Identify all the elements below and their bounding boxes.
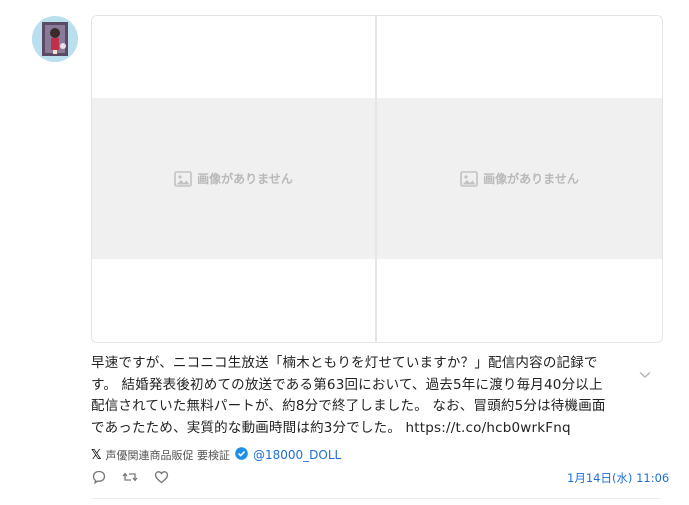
image-placeholder: 画像がありません [92,98,375,259]
placeholder-text: 画像がありません [197,172,293,186]
image-placeholder: 画像がありません [377,98,662,259]
divider [91,498,661,499]
tweet-timestamp[interactable]: 1月14日(水) 11:06 [567,470,669,486]
image-icon [460,170,478,187]
chevron-down-icon[interactable] [639,364,651,383]
tweet-text: 早速ですが、ニコニコ生放送「楠木ともりを灯せていますか？」配信内容の記録です。 … [91,353,611,439]
avatar-image [32,16,78,62]
avatar[interactable] [32,16,78,62]
media-image-left[interactable]: 画像がありません [92,16,375,342]
tweet-link[interactable]: https://t.co/hcb0wrkFnq [406,420,571,436]
image-icon [174,170,192,187]
media-grid[interactable]: 画像がありません 画像がありません [91,15,663,343]
like-icon[interactable] [154,470,169,484]
source-name[interactable]: 声優関連商品販促 要検証 [105,447,230,463]
placeholder-text: 画像がありません [483,172,579,186]
tweet-source: 𝕏 声優関連商品販促 要検証 @18000_DOLL [91,446,341,464]
source-handle[interactable]: @18000_DOLL [253,448,341,462]
retweet-icon[interactable] [122,470,138,484]
tweet-actions [92,470,185,484]
x-logo-icon: 𝕏 [91,447,102,463]
media-image-right[interactable]: 画像がありません [377,16,662,342]
verified-icon [235,447,248,463]
reply-icon[interactable] [92,470,106,484]
